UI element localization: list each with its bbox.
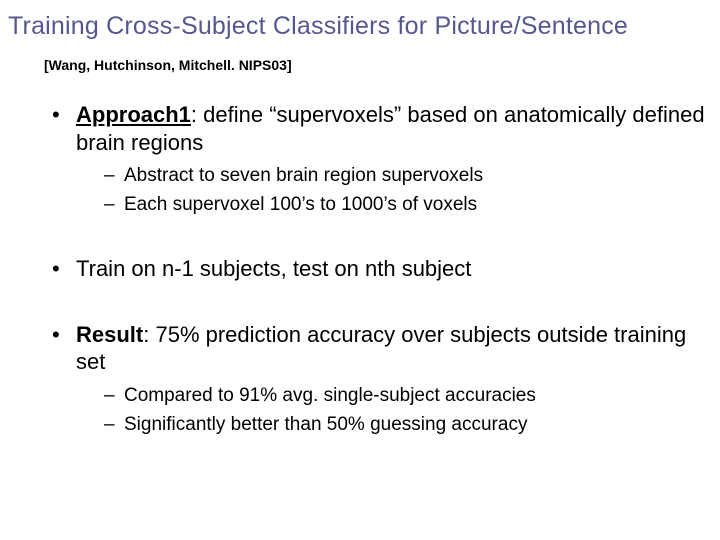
bullet-result-rest: : 75% prediction accuracy over subjects … [76, 322, 686, 375]
slide-title: Training Cross-Subject Classifiers for P… [8, 12, 712, 41]
bullet-approach: Approach1: define “supervoxels” based on… [52, 101, 712, 217]
sub-item: Each supervoxel 100’s to 1000’s of voxel… [104, 193, 712, 218]
sub-item: Significantly better than 50% guessing a… [104, 413, 712, 438]
bullet-result: Result: 75% prediction accuracy over sub… [52, 321, 712, 437]
bullet-list: Result: 75% prediction accuracy over sub… [52, 321, 712, 437]
sub-list-approach: Abstract to seven brain region supervoxe… [104, 164, 712, 217]
citation-text: [Wang, Hutchinson, Mitchell. NIPS03] [44, 57, 712, 73]
sub-list-result: Compared to 91% avg. single-subject accu… [104, 384, 712, 437]
slide: Training Cross-Subject Classifiers for P… [0, 0, 720, 437]
bullet-list: Train on n-1 subjects, test on nth subje… [52, 255, 712, 283]
bullet-train: Train on n-1 subjects, test on nth subje… [52, 255, 712, 283]
sub-item: Abstract to seven brain region supervoxe… [104, 164, 712, 189]
bullet-approach-lead: Approach1 [76, 102, 191, 127]
bullet-list: Approach1: define “supervoxels” based on… [52, 101, 712, 217]
bullet-result-lead: Result [76, 322, 143, 347]
sub-item: Compared to 91% avg. single-subject accu… [104, 384, 712, 409]
